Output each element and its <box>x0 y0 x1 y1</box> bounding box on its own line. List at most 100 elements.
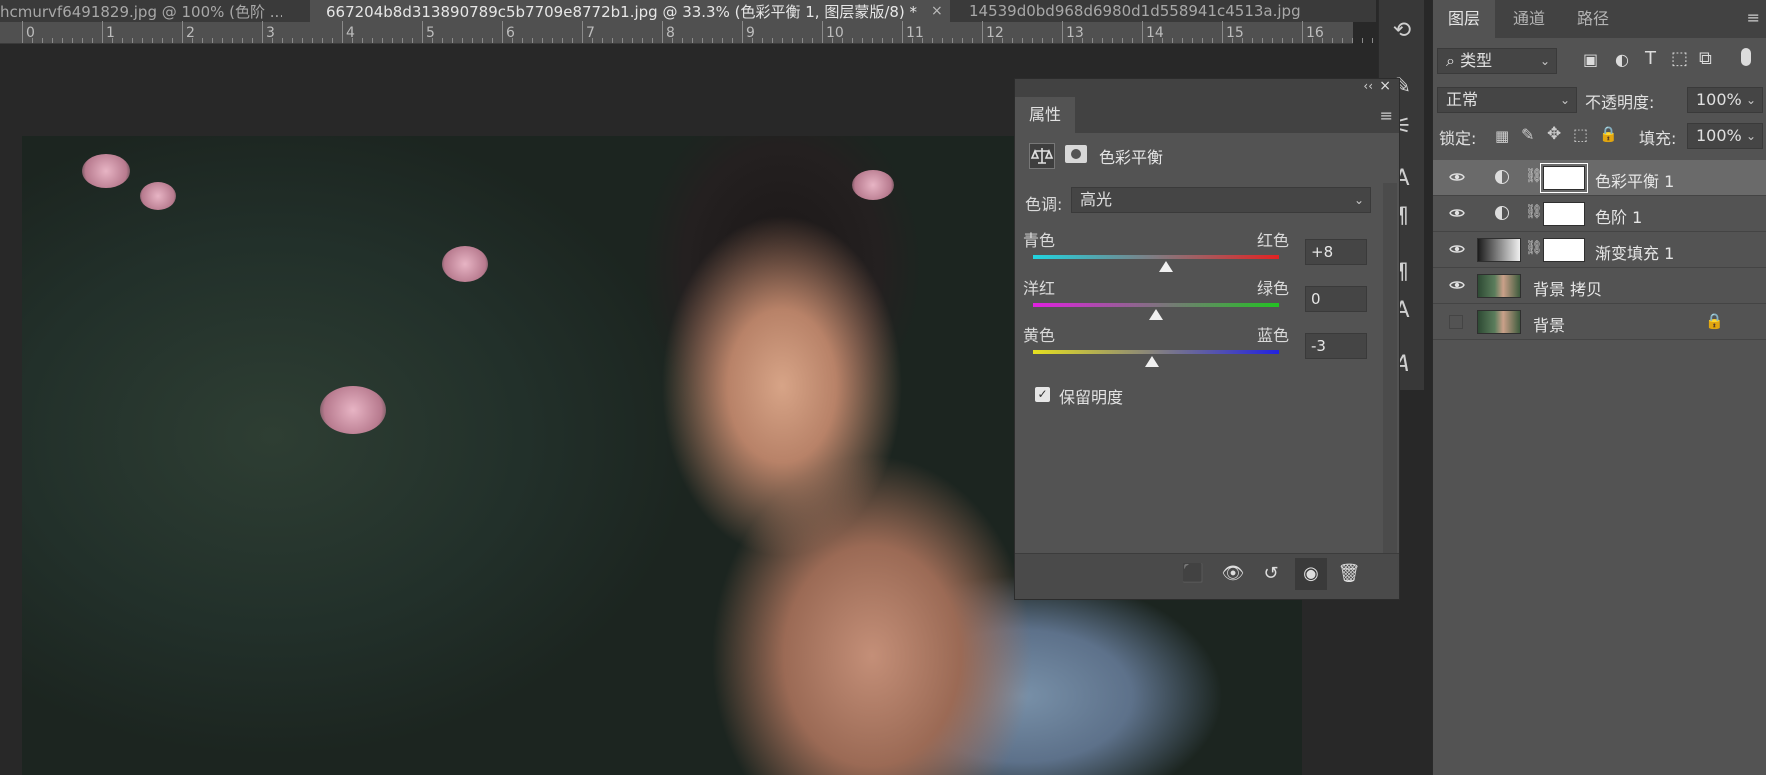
layer-thumbnail[interactable] <box>1477 274 1521 298</box>
tab-paths[interactable]: 路径 <box>1563 0 1623 38</box>
yellow-blue-slider-track[interactable] <box>1033 350 1279 354</box>
close-icon[interactable]: × <box>1379 78 1391 94</box>
smart-object-filter-icon[interactable]: ⧉ <box>1699 48 1712 69</box>
fill-field[interactable]: 100% ⌄ <box>1687 123 1763 149</box>
history-brush-icon[interactable]: ⟲ <box>1387 16 1417 46</box>
ruler-minor-tick <box>1022 38 1023 43</box>
preserve-luminosity-checkbox[interactable]: ✓ <box>1035 387 1050 402</box>
yellow-blue-value-field[interactable]: -3 <box>1305 333 1367 359</box>
ruler-minor-tick <box>1342 38 1343 43</box>
red-label: 红色 <box>1257 231 1290 250</box>
properties-scrollbar[interactable] <box>1383 183 1397 553</box>
ruler-minor-tick <box>1052 38 1053 43</box>
magenta-green-value-field[interactable]: 0 <box>1305 286 1367 312</box>
adjustment-filter-icon[interactable]: ◐ <box>1615 50 1629 69</box>
eye-icon[interactable] <box>1449 279 1465 291</box>
cyan-red-value-field[interactable]: +8 <box>1305 239 1367 265</box>
rose-flower <box>442 246 488 282</box>
ruler-minor-tick <box>42 38 43 43</box>
ruler-label: 2 <box>186 25 195 41</box>
reset-icon[interactable]: ↺ <box>1255 558 1287 590</box>
view-previous-state-icon[interactable]: 👁 <box>1217 558 1249 590</box>
layer-row-background[interactable]: 背景 🔒 <box>1433 304 1766 340</box>
layer-row-color-balance[interactable]: ⛓ 色彩平衡 1 <box>1433 160 1766 196</box>
lock-transparent-icon[interactable]: ▦ <box>1495 127 1509 145</box>
yellow-blue-slider-thumb[interactable] <box>1145 356 1160 367</box>
layer-mask-thumbnail[interactable] <box>1540 163 1588 193</box>
tab-layers[interactable]: 图层 <box>1433 0 1495 38</box>
link-icon[interactable]: ⛓ <box>1525 204 1543 220</box>
clip-to-layer-icon[interactable]: ⬛ <box>1177 558 1209 590</box>
image-filter-icon[interactable]: ▣ <box>1583 50 1598 69</box>
panel-menu-icon[interactable]: ≡ <box>1380 106 1393 125</box>
mask-icon[interactable] <box>1065 145 1087 163</box>
layer-row-gradient-fill[interactable]: ⛓ 渐变填充 1 <box>1433 232 1766 268</box>
properties-titlebar[interactable]: ‹‹ × <box>1015 78 1399 97</box>
layer-row-background-copy[interactable]: 背景 拷贝 <box>1433 268 1766 304</box>
ruler-minor-tick <box>812 38 813 43</box>
ruler-minor-tick <box>1162 38 1163 43</box>
lock-artboard-icon[interactable]: ⬚ <box>1573 125 1588 144</box>
ruler-minor-tick <box>1212 38 1213 43</box>
layer-mask-thumbnail[interactable] <box>1543 202 1585 226</box>
ruler-minor-tick <box>372 38 373 43</box>
horizontal-ruler[interactable]: 0 1 2 3 4 5 6 7 8 9 10 11 12 13 14 15 16 <box>0 21 1373 44</box>
tone-select[interactable]: 高光 ⌄ <box>1071 187 1371 213</box>
ruler-minor-tick <box>792 38 793 43</box>
yellow-label: 黄色 <box>1023 326 1056 345</box>
collapse-icon[interactable]: ‹‹ <box>1363 79 1373 93</box>
cyan-red-slider-thumb[interactable] <box>1158 261 1173 272</box>
close-icon[interactable]: × <box>931 3 943 19</box>
eye-icon[interactable]: ◉ <box>1295 558 1327 590</box>
ruler-minor-tick <box>782 38 783 43</box>
fill-value: 100% <box>1696 126 1742 145</box>
document-tab-3[interactable]: 14539d0bd968d6980d1d558941c4513a.jpg × <box>955 0 1315 22</box>
ruler-minor-tick <box>712 38 713 43</box>
eye-icon[interactable] <box>1449 243 1465 255</box>
tab-channels[interactable]: 通道 <box>1499 0 1559 38</box>
lock-icon[interactable]: 🔒 <box>1599 125 1618 143</box>
layer-thumbnail[interactable] <box>1477 310 1521 334</box>
filter-toggle[interactable] <box>1741 48 1751 66</box>
lock-position-icon[interactable]: ✥ <box>1547 124 1561 144</box>
ruler-minor-tick <box>972 38 973 43</box>
ruler-minor-tick <box>642 38 643 43</box>
panel-menu-icon[interactable]: ≡ <box>1747 8 1760 27</box>
ruler-major-tick <box>662 21 663 43</box>
ruler-minor-tick <box>242 38 243 43</box>
document-tab-1[interactable]: hcmurvf6491829.jpg @ 100% (色阶 ... × <box>0 0 282 22</box>
layer-row-levels[interactable]: ⛓ 色阶 1 <box>1433 196 1766 232</box>
link-icon[interactable]: ⛓ <box>1525 168 1543 184</box>
opacity-value: 100% <box>1696 90 1742 109</box>
ruler-minor-tick <box>1202 38 1203 43</box>
document-tab-2[interactable]: 667204b8d313890789c5b7709e8772b1.jpg @ 3… <box>310 0 950 22</box>
ruler-major-tick <box>1142 21 1143 43</box>
layer-filter-select[interactable]: ⌕ 类型 ⌄ <box>1437 48 1557 74</box>
type-filter-icon[interactable]: T <box>1645 48 1656 69</box>
eye-icon[interactable] <box>1449 171 1465 183</box>
link-icon[interactable]: ⛓ <box>1525 240 1543 256</box>
cyan-red-slider-track[interactable] <box>1033 255 1279 259</box>
ruler-minor-tick <box>1092 38 1093 43</box>
shape-filter-icon[interactable]: ⬚ <box>1671 48 1688 69</box>
ruler-minor-tick <box>332 38 333 43</box>
layer-mask-thumbnail[interactable] <box>1543 238 1585 262</box>
opacity-field[interactable]: 100% ⌄ <box>1687 87 1763 113</box>
ruler-minor-tick <box>592 38 593 43</box>
ruler-major-tick <box>902 21 903 43</box>
document-tab-1-label: hcmurvf6491829.jpg @ 100% (色阶 ... <box>0 2 282 21</box>
ruler-minor-tick <box>282 38 283 43</box>
tone-label: 色调: <box>1025 195 1063 214</box>
magenta-green-slider-track[interactable] <box>1033 303 1279 307</box>
lock-pixels-icon[interactable]: ✎ <box>1521 125 1534 144</box>
trash-icon[interactable]: 🗑 <box>1333 558 1365 590</box>
eye-icon[interactable] <box>1449 207 1465 219</box>
tab-properties[interactable]: 属性 <box>1015 97 1075 133</box>
blend-mode-select[interactable]: 正常 ⌄ <box>1437 87 1577 113</box>
layer-name: 背景 <box>1533 316 1566 335</box>
ruler-minor-tick <box>1312 38 1313 43</box>
ruler-minor-tick <box>32 38 33 43</box>
gradient-thumbnail[interactable] <box>1477 238 1521 262</box>
magenta-green-slider-thumb[interactable] <box>1149 309 1163 320</box>
visibility-toggle-off[interactable] <box>1449 315 1463 329</box>
